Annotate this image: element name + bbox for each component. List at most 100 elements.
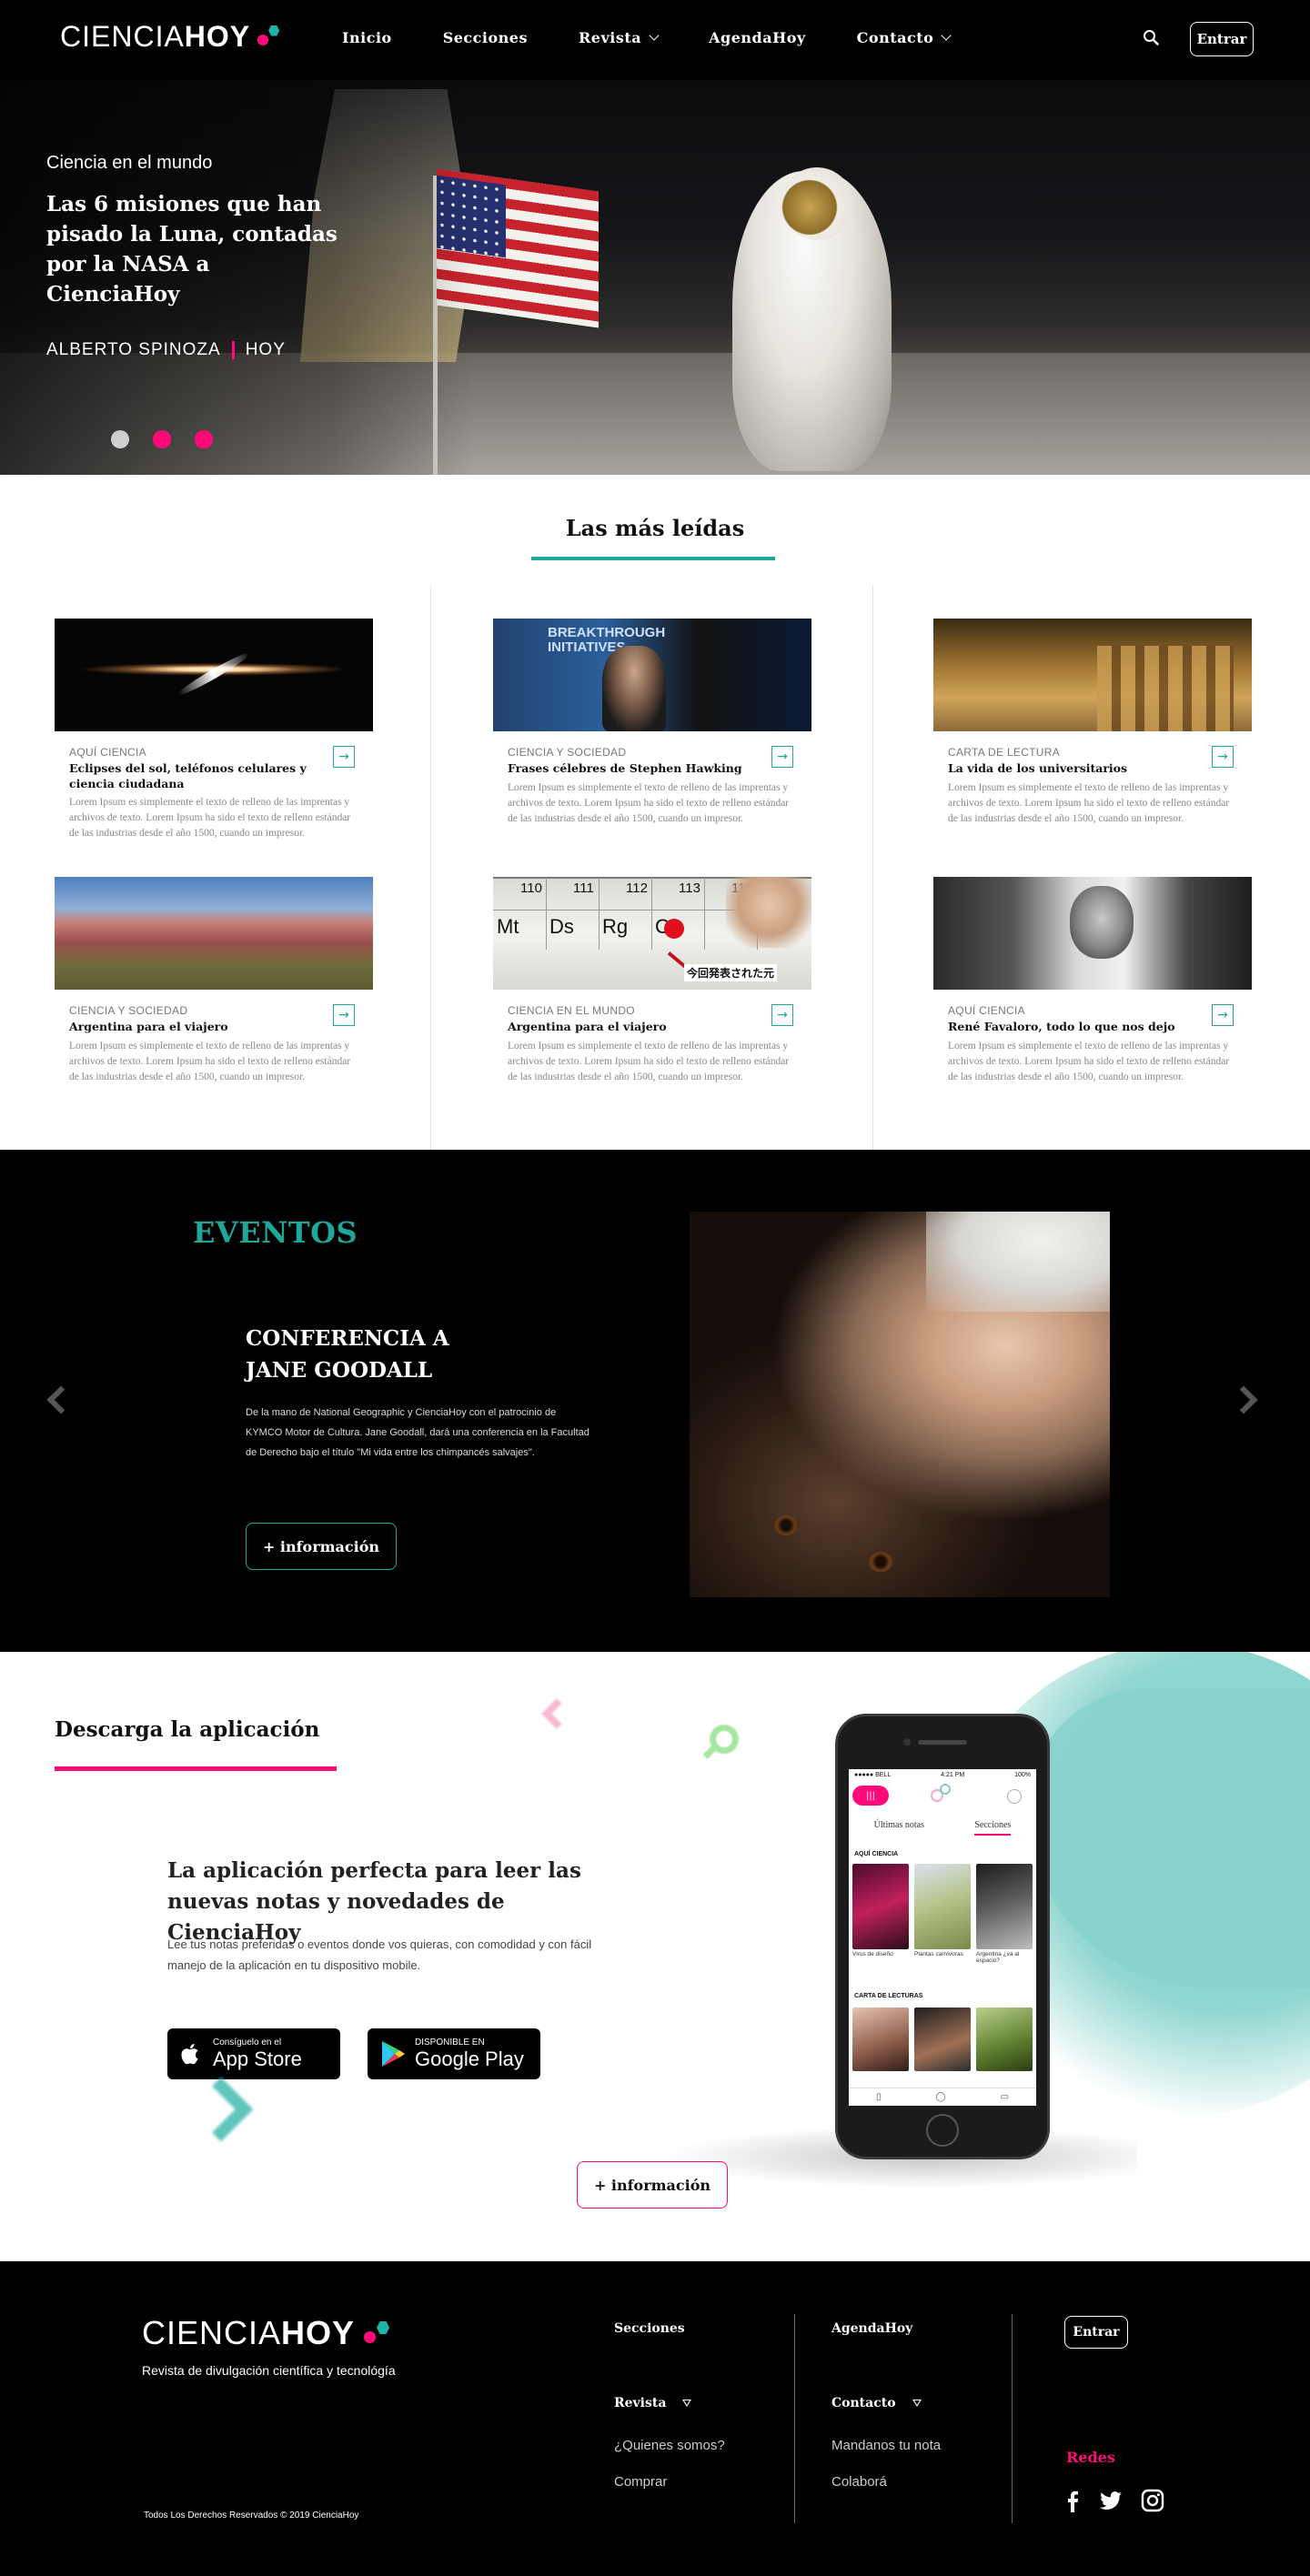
nav-item-revista[interactable]: Revista — [579, 29, 660, 46]
hero-slider[interactable]: Ciencia en el mundo Las 6 misiones que h… — [0, 80, 1310, 475]
phone-section-label: AQUÍ CIENCIA — [854, 1851, 899, 1857]
login-button[interactable]: Entrar — [1190, 22, 1254, 56]
footer-dropdown-contacto[interactable]: Contacto — [831, 2396, 922, 2410]
article-card[interactable]: AQUÍ CIENCIA Eclipses del sol, teléfonos… — [55, 619, 373, 839]
arrow-right-icon[interactable]: → — [333, 746, 355, 768]
arrow-right-icon[interactable]: → — [771, 746, 793, 768]
slider-dot-3[interactable] — [195, 430, 213, 448]
article-category[interactable]: CIENCIA Y SOCIEDAD — [508, 746, 626, 759]
phone-mockup: ●●●●● BELL 4:21 PM 100% ||| Últimas nota… — [835, 1714, 1050, 2159]
phone-speaker — [918, 1740, 967, 1745]
phone-user-icon: ◯ — [935, 2092, 946, 2102]
article-title[interactable]: Eclipses del sol, teléfonos celulares y … — [69, 760, 315, 791]
main-menu: Inicio Secciones Revista AgendaHoy Conta… — [342, 29, 1001, 46]
logo-dots-icon — [360, 2319, 395, 2348]
nav-item-agendahoy[interactable]: AgendaHoy — [709, 29, 806, 46]
phone-search-icon — [1007, 1789, 1022, 1804]
article-category[interactable]: CIENCIA EN EL MUNDO — [508, 1004, 635, 1017]
article-image-eclipse[interactable] — [55, 619, 373, 731]
hero-title[interactable]: Las 6 misiones que han pisado la Luna, c… — [46, 189, 338, 309]
evento-more-info-button[interactable]: + información — [246, 1523, 397, 1570]
phone-thumb — [914, 1864, 971, 1949]
byline-divider — [231, 341, 235, 359]
app-description: Lee tus notas preferidas o eventos donde… — [167, 1937, 592, 1972]
article-image-favaloro[interactable] — [933, 877, 1252, 990]
arrow-right-icon[interactable]: → — [771, 1004, 793, 1026]
footer-divider — [1012, 2314, 1013, 2523]
red-dot-marker — [664, 919, 684, 939]
footer-dropdown-revista[interactable]: Revista — [614, 2396, 692, 2410]
article-title[interactable]: Argentina para el viajero — [508, 1019, 753, 1034]
article-title[interactable]: La vida de los universitarios — [948, 760, 1194, 776]
article-image-hills[interactable] — [55, 877, 373, 990]
footer-link-secciones[interactable]: Secciones — [614, 2321, 685, 2336]
logo-dots-icon — [254, 24, 285, 51]
footer-link-quienes-somos[interactable]: ¿Quienes somos? — [614, 2438, 725, 2453]
periodic-symbol: Ds — [549, 915, 574, 938]
footer-logo[interactable]: CIENCIA HOY — [142, 2314, 395, 2352]
footer-tagline: Revista de divulgación científica y tecn… — [142, 2363, 396, 2378]
phone-thumb-caption: Plantas carnívoras — [914, 1951, 963, 1957]
hero-author-name: ALBERTO SPINOZA — [46, 340, 221, 359]
section-title-mas-leidas: Las más leídas — [565, 515, 745, 541]
footer-link-agendahoy[interactable]: AgendaHoy — [831, 2321, 912, 2336]
article-category[interactable]: AQUÍ CIENCIA — [948, 1004, 1025, 1017]
chevron-left-icon[interactable] — [46, 1385, 76, 1414]
site-logo[interactable]: CIENCIA HOY — [60, 20, 285, 54]
arrow-right-icon[interactable]: → — [1212, 1004, 1234, 1026]
footer-login-button[interactable]: Entrar — [1064, 2316, 1128, 2349]
app-store-button[interactable]: Consíguelo en el App Store — [167, 2028, 340, 2079]
hero-category[interactable]: Ciencia en el mundo — [46, 153, 212, 174]
instagram-icon[interactable] — [1141, 2489, 1164, 2512]
twitter-icon[interactable] — [1099, 2489, 1123, 2512]
hero-byline: ALBERTO SPINOZA HOY — [46, 340, 286, 360]
status-time: 4:21 PM — [941, 1772, 965, 1778]
phone-thumb — [976, 2007, 1033, 2071]
logo-text-bold: HOY — [184, 20, 251, 53]
facebook-icon[interactable] — [1061, 2489, 1084, 2512]
article-image-university[interactable] — [933, 619, 1252, 731]
logo-text-bold: HOY — [281, 2314, 356, 2351]
nav-item-inicio[interactable]: Inicio — [342, 29, 392, 46]
periodic-symbol: Rg — [602, 915, 629, 938]
article-card[interactable]: CARTA DE LECTURA La vida de los universi… — [933, 619, 1252, 824]
nav-item-contacto[interactable]: Contacto — [856, 29, 952, 46]
article-title[interactable]: Argentina para el viajero — [69, 1019, 315, 1034]
nav-item-secciones[interactable]: Secciones — [443, 29, 528, 46]
article-image-hawking[interactable]: BREAKTHROUGH INITIATIVES — [493, 619, 811, 731]
image-sign-text: BREAKTHROUGH INITIATIVES — [548, 625, 666, 655]
top-navbar: CIENCIA HOY Inicio Secciones Revista Age… — [0, 0, 1310, 80]
slider-dot-1[interactable] — [111, 430, 129, 448]
arrow-right-icon[interactable]: → — [333, 1004, 355, 1026]
article-card[interactable]: CIENCIA Y SOCIEDAD Argentina para el via… — [55, 877, 373, 1082]
footer-link-colabora[interactable]: Colaborá — [831, 2474, 887, 2490]
article-card[interactable]: AQUÍ CIENCIA René Favaloro, todo lo que … — [933, 877, 1252, 1082]
article-category[interactable]: AQUÍ CIENCIA — [69, 746, 146, 759]
logo-text-light: CIENCIA — [60, 20, 185, 53]
phone-menu-icon: ||| — [852, 1786, 889, 1806]
search-icon[interactable] — [1143, 29, 1159, 45]
phone-home-button — [926, 2114, 959, 2147]
footer-link-comprar[interactable]: Comprar — [614, 2474, 667, 2490]
chevron-right-icon[interactable] — [1229, 1385, 1258, 1414]
article-title[interactable]: Frases célebres de Stephen Hawking — [508, 760, 753, 776]
footer-link-mandanos-nota[interactable]: Mandanos tu nota — [831, 2438, 941, 2453]
phone-thumb — [852, 2007, 909, 2071]
nav-item-label: Contacto — [856, 29, 934, 46]
article-category[interactable]: CIENCIA Y SOCIEDAD — [69, 1004, 187, 1017]
evento-image-goodall[interactable] — [690, 1212, 1110, 1597]
article-category[interactable]: CARTA DE LECTURA — [948, 746, 1060, 759]
article-title[interactable]: René Favaloro, todo lo que nos dejo — [948, 1019, 1194, 1034]
arrow-right-icon[interactable]: → — [1212, 746, 1234, 768]
slider-dot-2[interactable] — [153, 430, 171, 448]
app-more-info-button[interactable]: + información — [577, 2161, 728, 2209]
google-play-button[interactable]: DISPONIBLE EN Google Play — [368, 2028, 540, 2079]
nav-item-label: Secciones — [442, 29, 528, 46]
periodic-number: 113 — [679, 880, 700, 896]
triangle-down-icon — [682, 2400, 692, 2407]
periodic-number: 111 — [573, 880, 594, 896]
evento-title[interactable]: CONFERENCIA A JANE GOODALL — [246, 1323, 482, 1386]
article-card[interactable]: BREAKTHROUGH INITIATIVES CIENCIA Y SOCIE… — [493, 619, 811, 824]
article-card[interactable]: 110 111 112 113 114 Mt Ds Rg Cn Fl 今回発表さ… — [493, 877, 811, 1082]
article-image-periodic-table[interactable]: 110 111 112 113 114 Mt Ds Rg Cn Fl 今回発表さ… — [493, 877, 811, 990]
